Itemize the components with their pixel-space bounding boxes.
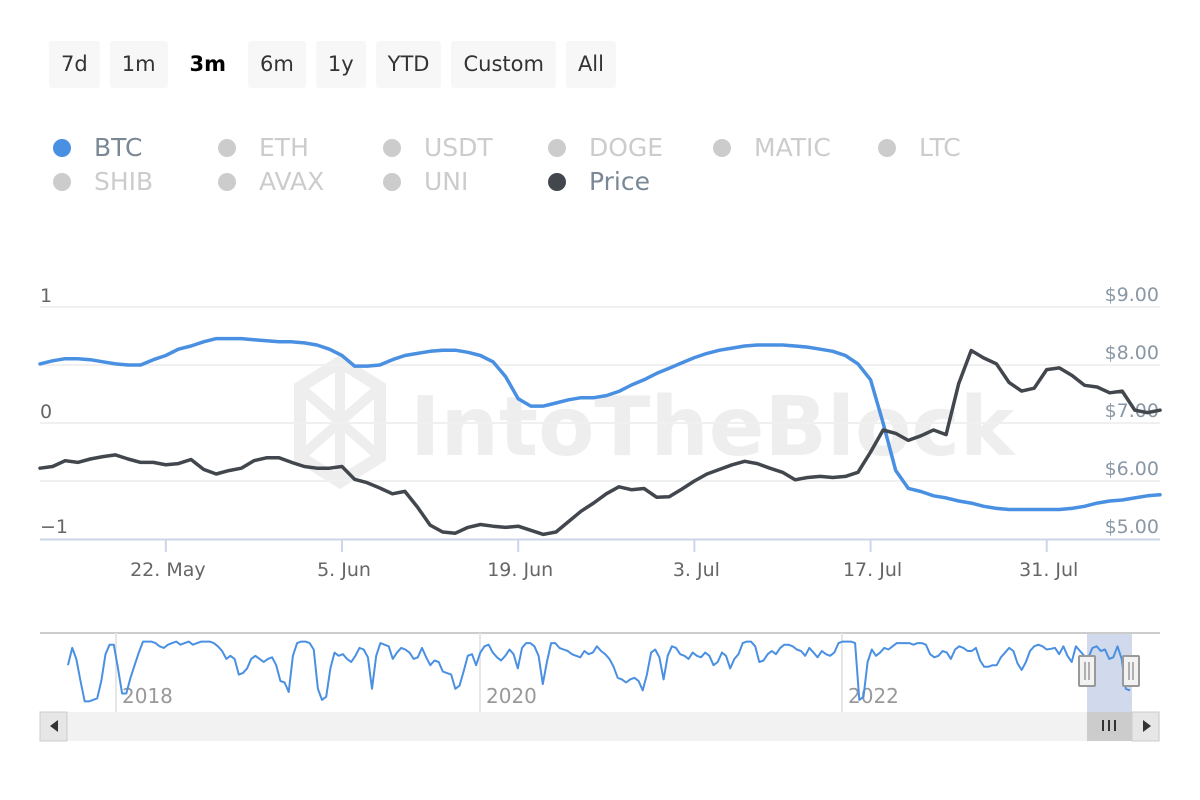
navigator-right-handle[interactable] bbox=[1122, 655, 1140, 687]
navigator-year-label: 2020 bbox=[486, 684, 537, 708]
x-axis-tick-label: 19. Jun bbox=[487, 559, 553, 581]
x-axis-tick-label: 17. Jul bbox=[843, 559, 902, 581]
x-axis-tick-label: 31. Jul bbox=[1019, 559, 1078, 581]
right-axis-tick-label: $6.00 bbox=[1105, 458, 1159, 480]
watermark-text: IntoTheBlock bbox=[410, 380, 1017, 475]
left-axis: 1 0 −1 bbox=[40, 285, 68, 538]
right-axis-tick-label: $9.00 bbox=[1105, 284, 1159, 306]
scrollbar[interactable] bbox=[39, 711, 1160, 742]
x-axis: 22. May 5. Jun 19. Jun 3. Jul 17. Jul 31. Jul bbox=[130, 540, 1078, 581]
navigator-series-line bbox=[67, 640, 1131, 703]
chart: IntoTheBlock 10−1 $9.00$8.00$7.00$6.00$5… bbox=[38, 284, 1162, 742]
x-axis-tick-label: 22. May bbox=[130, 559, 206, 581]
right-axis-tick-label: $8.00 bbox=[1105, 342, 1159, 364]
navigator-year-label: 2022 bbox=[848, 684, 899, 708]
x-axis-tick-label: 5. Jun bbox=[317, 559, 371, 581]
left-axis-tick-label: 1 bbox=[40, 285, 52, 307]
left-axis-tick-label: −1 bbox=[40, 516, 68, 538]
navigator[interactable]: 2018 2020 2022 bbox=[40, 632, 1160, 712]
right-axis-tick-label: $5.00 bbox=[1105, 516, 1159, 538]
navigator-year-label: 2018 bbox=[122, 684, 173, 708]
x-axis-tick-label: 3. Jul bbox=[673, 559, 720, 581]
navigator-left-handle[interactable] bbox=[1078, 655, 1096, 687]
scrollbar-track[interactable] bbox=[40, 712, 1160, 741]
left-axis-tick-label: 0 bbox=[40, 401, 52, 423]
